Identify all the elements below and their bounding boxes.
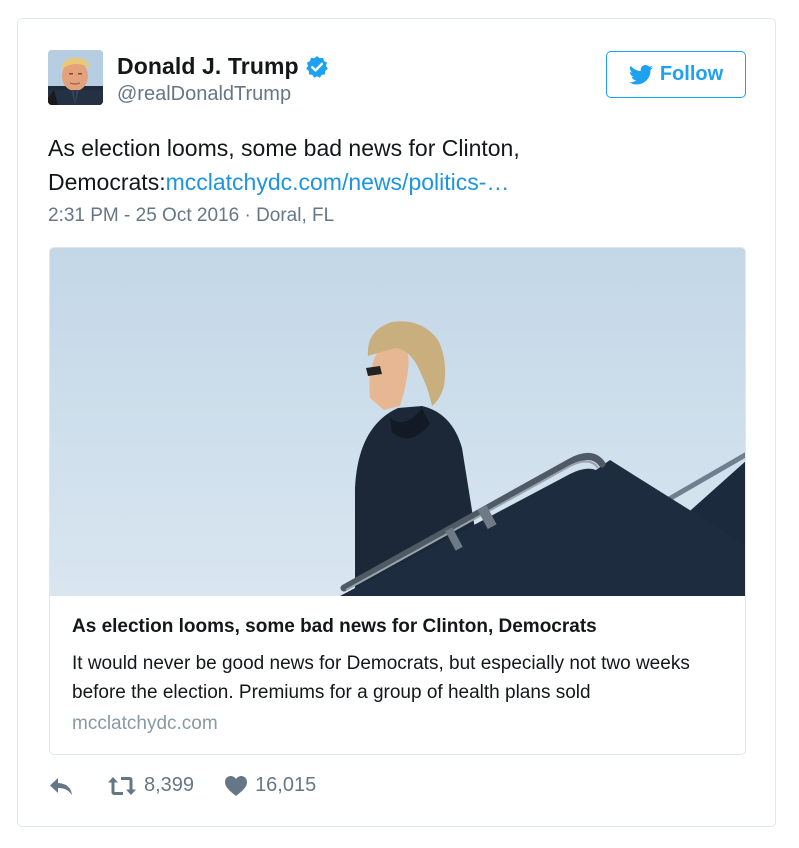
card-domain: mcclatchydc.com (72, 713, 218, 734)
tweet-meta: 2:31 PM - 25 Oct 2016 · Doral, FL (48, 205, 334, 227)
reply-icon (48, 776, 74, 796)
heart-icon (224, 775, 248, 797)
meta-separator: · (239, 205, 257, 226)
twitter-bird-icon (628, 64, 653, 85)
card-title: As election looms, some bad news for Cli… (72, 616, 597, 637)
tweet-location[interactable]: Doral, FL (256, 205, 334, 226)
avatar[interactable] (48, 50, 103, 105)
tweet-link[interactable]: mcclatchydc.com/news/politics-… (166, 169, 510, 195)
tweet-text: As election looms, some bad news for Cli… (48, 131, 748, 199)
card-image (50, 248, 745, 596)
tweet-actions: 8,399 16,015 (48, 774, 316, 797)
follow-label: Follow (659, 63, 724, 85)
follow-button[interactable]: Follow (606, 51, 746, 98)
retweet-icon (107, 775, 137, 797)
retweet-button[interactable]: 8,399 (107, 774, 194, 797)
reply-button[interactable] (48, 776, 74, 796)
like-count: 16,015 (255, 774, 317, 796)
verified-badge-icon (305, 55, 329, 79)
tweet-embed: Donald J. Trump @realDonaldTrump Follow … (17, 18, 776, 827)
author-name[interactable]: Donald J. Trump (117, 53, 299, 80)
author-handle[interactable]: @realDonaldTrump (117, 83, 291, 106)
link-card[interactable]: As election looms, some bad news for Cli… (49, 247, 746, 755)
retweet-count: 8,399 (144, 774, 195, 796)
tweet-timestamp[interactable]: 2:31 PM - 25 Oct 2016 (48, 205, 239, 226)
author-row: Donald J. Trump (117, 53, 329, 80)
like-button[interactable]: 16,015 (224, 774, 316, 797)
card-description: It would never be good news for Democrat… (72, 653, 690, 703)
